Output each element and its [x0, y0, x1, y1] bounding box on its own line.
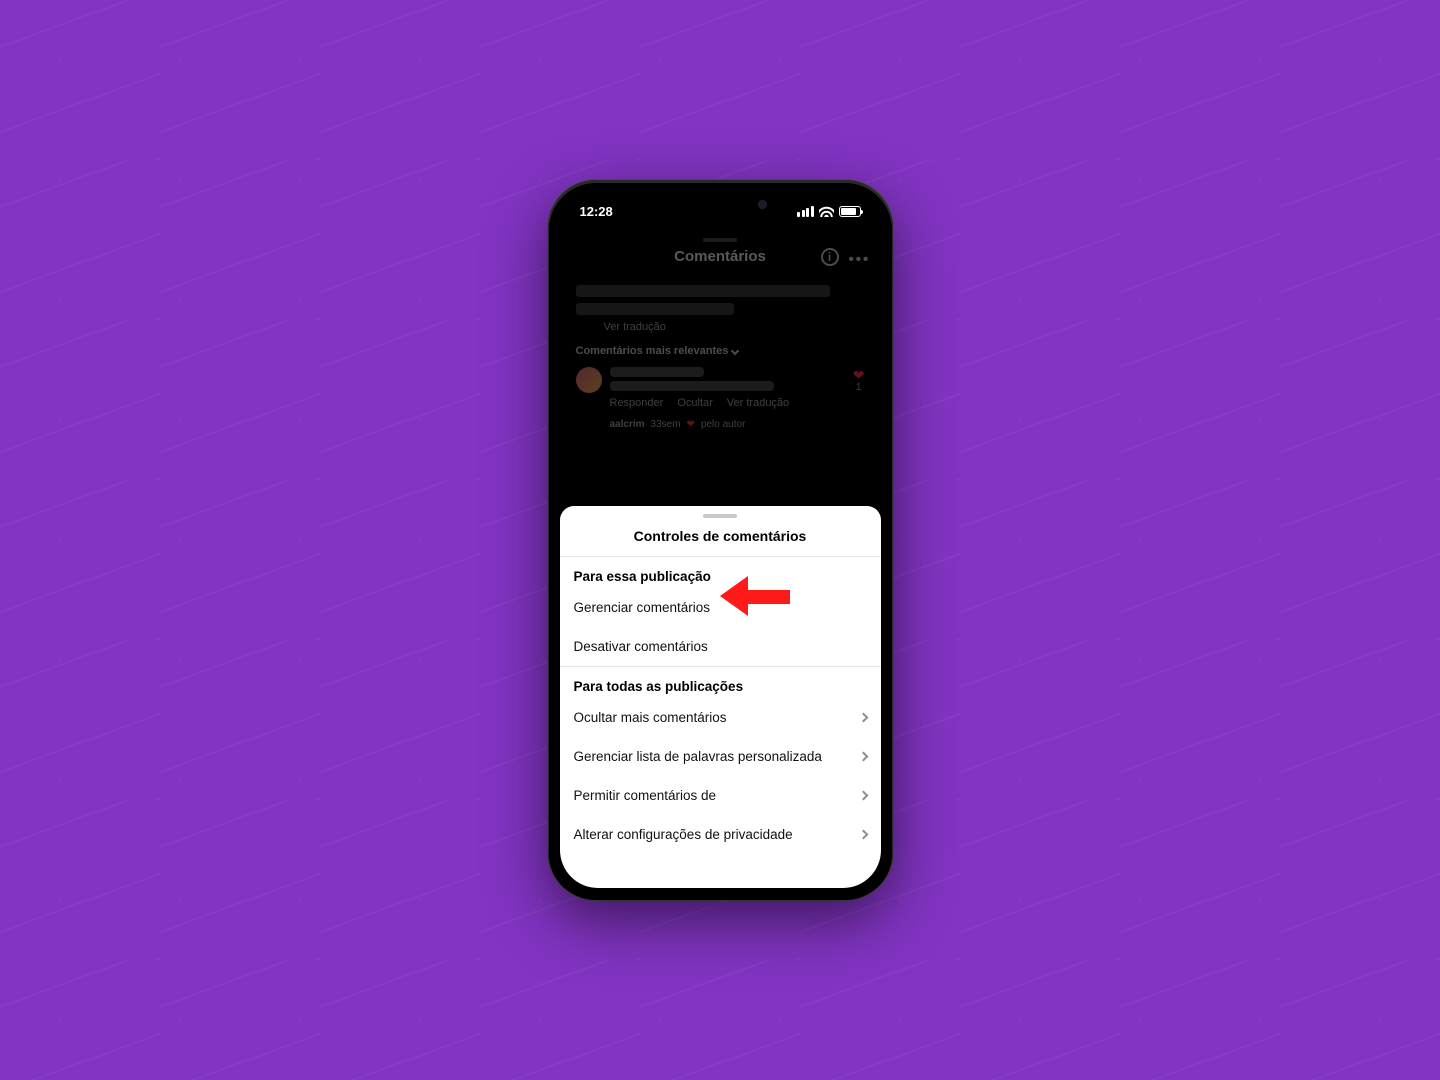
menu-item-label: Gerenciar lista de palavras personalizad… — [574, 749, 822, 764]
status-time: 12:28 — [580, 204, 613, 219]
chevron-right-icon — [858, 830, 868, 840]
menu-item-label: Desativar comentários — [574, 639, 708, 654]
cellular-icon — [797, 206, 814, 217]
disable-comments-button[interactable]: Desativar comentários — [560, 627, 881, 666]
phone-screen: 12:28 Comentários i ••• Ver tradução — [560, 192, 881, 888]
menu-item-label: Permitir comentários de — [574, 788, 717, 803]
chevron-right-icon — [858, 791, 868, 801]
chevron-right-icon — [858, 713, 868, 723]
section-this-post: Para essa publicação — [560, 557, 881, 588]
custom-word-list-button[interactable]: Gerenciar lista de palavras personalizad… — [560, 737, 881, 776]
status-bar: 12:28 — [560, 200, 881, 222]
wifi-icon — [819, 206, 834, 217]
manage-comments-button[interactable]: Gerenciar comentários — [560, 588, 881, 627]
comment-controls-sheet: Controles de comentários Para essa publi… — [560, 506, 881, 888]
menu-item-label: Ocultar mais comentários — [574, 710, 727, 725]
sheet-title: Controles de comentários — [560, 522, 881, 557]
status-right — [797, 206, 861, 217]
battery-icon — [839, 206, 861, 217]
hide-more-comments-button[interactable]: Ocultar mais comentários — [560, 698, 881, 737]
section-all-posts: Para todas as publicações — [560, 667, 881, 698]
phone-mockup: 12:28 Comentários i ••• Ver tradução — [548, 180, 893, 900]
privacy-settings-button[interactable]: Alterar configurações de privacidade — [560, 815, 881, 854]
menu-item-label: Gerenciar comentários — [574, 600, 711, 615]
allow-comments-from-button[interactable]: Permitir comentários de — [560, 776, 881, 815]
menu-item-label: Alterar configurações de privacidade — [574, 827, 793, 842]
chevron-right-icon — [858, 752, 868, 762]
sheet-grabber[interactable] — [703, 514, 737, 518]
